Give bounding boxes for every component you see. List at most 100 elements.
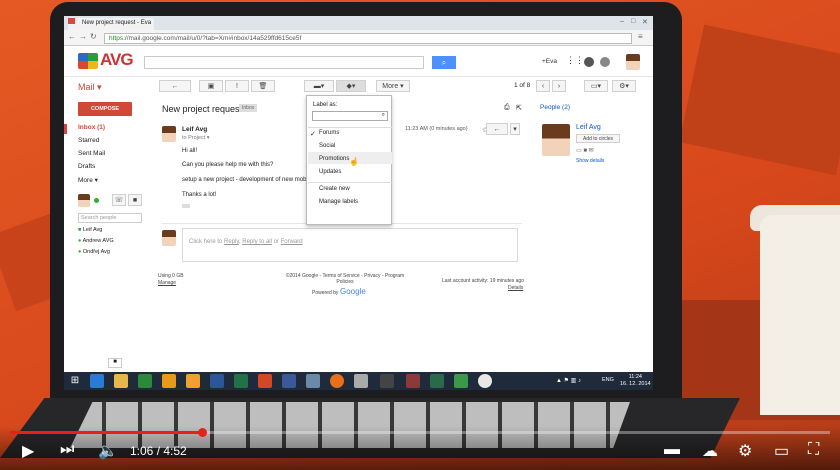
sender-name[interactable]: Leif Avg <box>182 126 207 133</box>
contact-item[interactable]: ● Ondřej Avg <box>78 249 110 255</box>
tray-icons[interactable]: ▲ ⚑ ▥ ♪ <box>556 377 581 384</box>
browser-tab[interactable]: New project request - Eva <box>68 18 154 30</box>
search-people-input[interactable]: Search people <box>78 213 142 223</box>
theater-mode-icon[interactable]: ▭ <box>774 441 789 461</box>
taskbar-clock[interactable]: 11:24 16. 12. 2014 <box>620 374 651 388</box>
contact-card-name[interactable]: Leif Avg <box>576 124 601 131</box>
reply-link[interactable]: Reply <box>224 239 239 245</box>
firefox-icon[interactable] <box>330 374 344 388</box>
notifications-icon[interactable] <box>584 57 594 67</box>
status-online-icon[interactable] <box>94 198 99 203</box>
nav-inbox[interactable]: Inbox (1) <box>78 124 105 131</box>
profile-avatar[interactable] <box>626 54 640 70</box>
labels-button[interactable]: ◆▾ <box>336 80 366 92</box>
label-option-social[interactable]: Social <box>319 143 335 149</box>
email-icon[interactable]: ✉ <box>589 148 594 154</box>
nav-more[interactable]: More ▾ <box>78 176 98 184</box>
app-icon[interactable] <box>430 374 444 388</box>
label-option-promotions[interactable]: Promotions <box>319 156 349 162</box>
close-icon[interactable]: ✕ <box>642 18 648 26</box>
magnifier-icon[interactable] <box>354 374 368 388</box>
more-actions-icon[interactable]: ▾ <box>510 123 520 135</box>
app-e-icon[interactable] <box>162 374 176 388</box>
settings-icon[interactable]: ⚙ <box>738 441 752 461</box>
new-window-icon[interactable]: ⇱ <box>516 104 522 112</box>
language-indicator[interactable]: ENG <box>602 377 614 383</box>
file-explorer-icon[interactable] <box>114 374 128 388</box>
subtitles-icon[interactable]: ▬ <box>664 441 680 459</box>
volume-icon[interactable]: 🔈 <box>98 441 118 461</box>
save-icon[interactable] <box>282 374 296 388</box>
annotations-icon[interactable]: ☁ <box>702 441 718 461</box>
delete-button[interactable]: 🗑 <box>251 80 275 92</box>
share-icon[interactable] <box>600 57 610 67</box>
show-trimmed-icon[interactable] <box>182 204 190 208</box>
progress-scrubber[interactable] <box>197 428 207 437</box>
play-icon[interactable]: ▶ <box>22 441 34 461</box>
chrome-icon[interactable] <box>478 374 492 388</box>
minimize-icon[interactable]: – <box>620 18 624 25</box>
next-video-icon[interactable]: ⏭ <box>60 441 74 459</box>
fullscreen-icon[interactable]: ⛶ <box>808 441 819 459</box>
nav-starred[interactable]: Starred <box>78 137 99 144</box>
manage-storage-link[interactable]: Manage <box>158 280 176 286</box>
chat-icon[interactable]: ▭ <box>576 148 582 154</box>
reply-all-link[interactable]: Reply to all <box>242 239 272 245</box>
settings-gear-icon[interactable]: ⚙▾ <box>612 80 636 92</box>
search-button[interactable]: ⌕ <box>432 56 456 69</box>
apps-grid-icon[interactable]: ⋮⋮ <box>566 55 584 66</box>
chat-avatar[interactable] <box>78 194 90 207</box>
chat-bubble-icon[interactable]: ■ <box>108 358 122 368</box>
account-name[interactable]: +Eva <box>542 58 557 65</box>
contact-item[interactable]: ● Andrew AVG <box>78 238 114 244</box>
prev-icon[interactable]: ‹ <box>536 80 550 92</box>
url-field[interactable]: https://mail.google.com/mail/u/0/?tab=Xm… <box>104 33 632 44</box>
forward-link[interactable]: Forward <box>281 239 303 245</box>
back-to-inbox-button[interactable]: ← <box>159 80 191 92</box>
excel-icon[interactable] <box>234 374 248 388</box>
print-icon[interactable]: ⎙ <box>504 104 510 112</box>
manage-labels[interactable]: Manage labels <box>319 199 358 205</box>
add-to-circles-button[interactable]: Add to circles <box>576 134 620 143</box>
back-icon[interactable]: ← <box>68 32 76 41</box>
forward-icon[interactable]: → <box>79 32 87 41</box>
maximize-icon[interactable]: □ <box>631 18 635 25</box>
app-icon[interactable] <box>454 374 468 388</box>
app-icon[interactable] <box>406 374 420 388</box>
next-icon[interactable]: › <box>552 80 566 92</box>
reply-button[interactable]: ← <box>486 123 508 135</box>
archive-button[interactable]: ▣ <box>199 80 223 92</box>
reply-box[interactable]: Click here to Reply, Reply to all or For… <box>182 228 518 262</box>
reload-icon[interactable]: ↻ <box>90 32 97 41</box>
store-icon[interactable] <box>138 374 152 388</box>
inbox-label-badge[interactable]: Inbox <box>239 104 258 112</box>
show-details-link[interactable]: Show details <box>576 158 604 164</box>
move-to-button[interactable]: ▬▾ <box>304 80 334 92</box>
video-icon[interactable]: ■ <box>128 194 142 206</box>
display-density-button[interactable]: ▭▾ <box>584 80 608 92</box>
powerpoint-icon[interactable] <box>258 374 272 388</box>
label-option-updates[interactable]: Updates <box>319 169 341 175</box>
nav-drafts[interactable]: Drafts <box>78 163 95 170</box>
start-button-icon[interactable]: ⊞ <box>68 374 82 388</box>
create-new-label[interactable]: Create new <box>319 186 350 192</box>
label-search-input[interactable]: ⌕ <box>312 111 388 121</box>
nav-sent-mail[interactable]: Sent Mail <box>78 150 105 157</box>
contact-item[interactable]: ■ Leif Avg <box>78 227 102 233</box>
app-icon[interactable] <box>380 374 394 388</box>
app-m-icon[interactable] <box>186 374 200 388</box>
search-input[interactable] <box>144 56 424 69</box>
label-option-forums[interactable]: Forums <box>319 130 339 136</box>
compose-button[interactable]: COMPOSE <box>78 102 132 116</box>
details-link[interactable]: Details <box>508 285 523 291</box>
more-button[interactable]: More ▾ <box>376 80 410 92</box>
contact-actions[interactable]: ▭ ■ ✉ <box>576 147 594 154</box>
app-icon[interactable] <box>306 374 320 388</box>
footer-links[interactable]: ©2014 Google - Terms of Service - Privac… <box>280 273 410 285</box>
report-spam-button[interactable]: ! <box>225 80 249 92</box>
internet-explorer-icon[interactable] <box>90 374 104 388</box>
video-call-icon[interactable]: ■ <box>583 148 587 154</box>
word-icon[interactable] <box>210 374 224 388</box>
mail-switcher[interactable]: Mail ▾ <box>78 82 102 93</box>
menu-icon[interactable]: ≡ <box>638 32 643 41</box>
